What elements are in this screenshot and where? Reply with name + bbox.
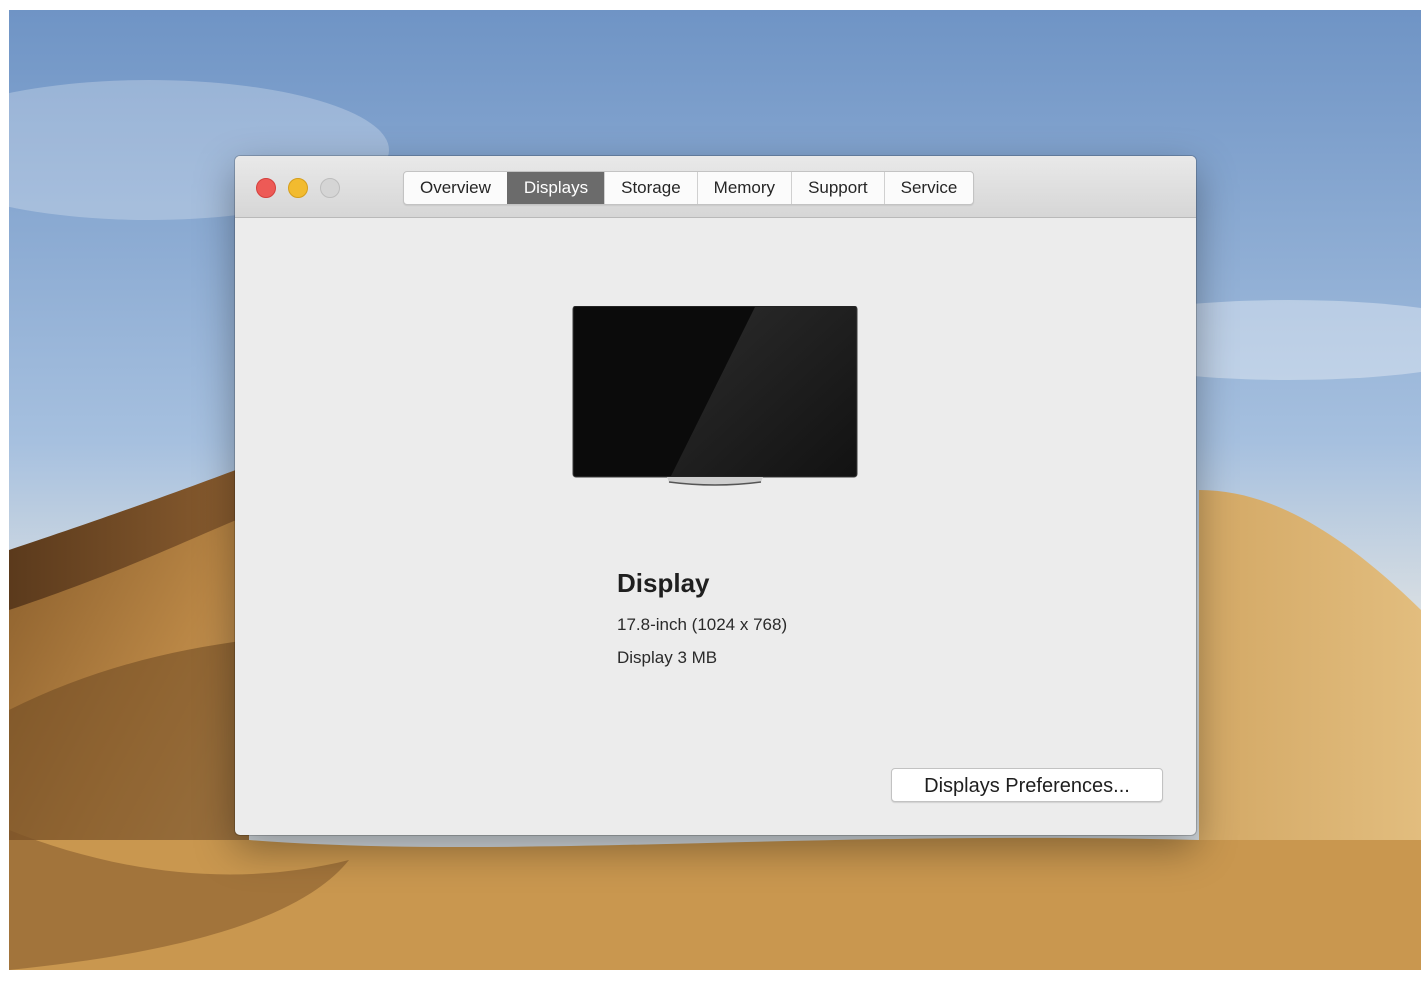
tab-displays[interactable]: Displays bbox=[506, 172, 605, 204]
display-memory: Display 3 MB bbox=[617, 648, 718, 667]
displays-preferences-button[interactable]: Displays Preferences... bbox=[891, 768, 1163, 802]
tab-bar: Overview Displays Storage Memory Support… bbox=[403, 171, 975, 205]
tab-support[interactable]: Support bbox=[791, 172, 884, 204]
display-title: Display bbox=[617, 568, 710, 598]
monitor-icon bbox=[572, 306, 858, 486]
tab-overview[interactable]: Overview bbox=[404, 172, 507, 204]
title-bar: Overview Displays Storage Memory Support… bbox=[235, 156, 1196, 218]
display-size-resolution: 17.8-inch (1024 x 768) bbox=[617, 615, 788, 634]
about-this-mac-window: Overview Displays Storage Memory Support… bbox=[235, 156, 1196, 835]
tab-memory[interactable]: Memory bbox=[696, 172, 791, 204]
close-icon[interactable] bbox=[256, 178, 276, 198]
zoom-icon bbox=[320, 178, 340, 198]
tab-service[interactable]: Service bbox=[883, 172, 974, 204]
tab-storage[interactable]: Storage bbox=[604, 172, 697, 204]
minimize-icon[interactable] bbox=[288, 178, 308, 198]
